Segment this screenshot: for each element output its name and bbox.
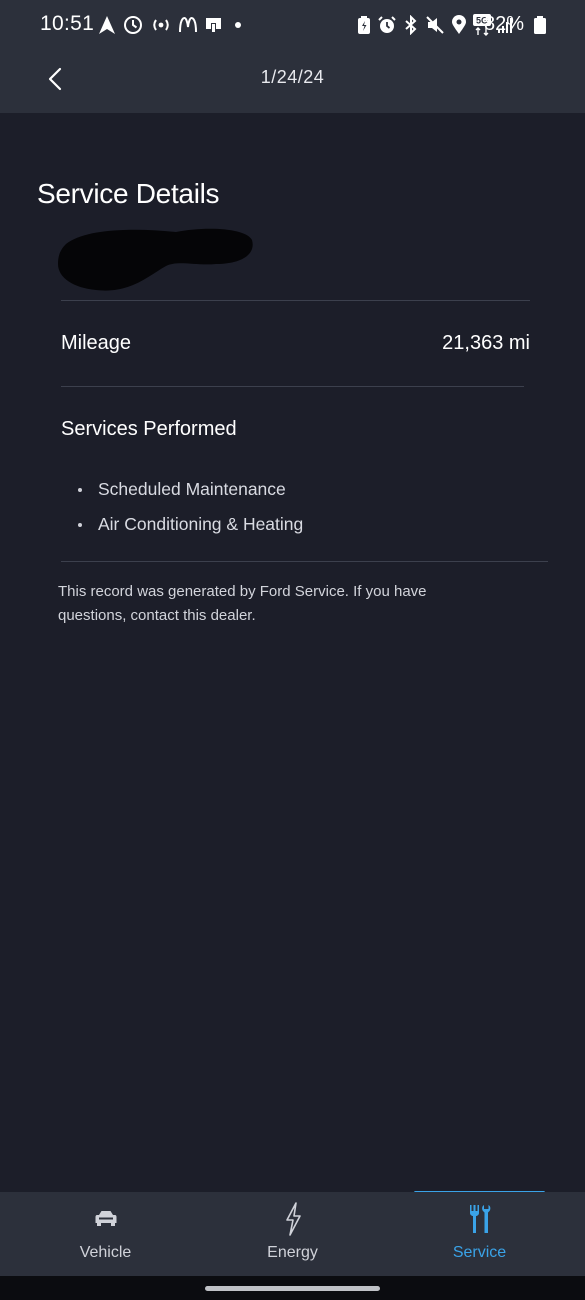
service-item-label: Scheduled Maintenance — [98, 479, 286, 499]
nav-bar: 1/24/24 — [0, 50, 585, 113]
mcdonalds-icon — [179, 16, 197, 33]
mute-icon — [425, 15, 445, 35]
battery-percentage: 82% — [484, 13, 525, 35]
status-bar: 10:51 5G 82% — [0, 0, 585, 50]
home-indicator[interactable] — [205, 1286, 380, 1291]
divider-services — [61, 561, 548, 562]
broadcast-icon — [150, 16, 172, 34]
page-title: Service Details — [37, 178, 220, 209]
mileage-value: 21,363 mi — [442, 332, 530, 354]
battery-icon — [534, 16, 546, 34]
tools-icon — [382, 1202, 577, 1236]
bottom-tab-bar: Vehicle Energy Service — [0, 1192, 585, 1276]
tab-vehicle[interactable]: Vehicle — [8, 1192, 203, 1276]
nav-title: 1/24/24 — [260, 67, 325, 87]
top-area: 10:51 5G 82% 1/24/24 — [0, 0, 585, 113]
bluetooth-icon — [403, 14, 419, 36]
alarm-icon — [377, 15, 397, 35]
status-time: 10:51 — [40, 12, 95, 35]
navigation-icon — [98, 15, 116, 35]
battery-saver-icon — [357, 15, 371, 35]
services-list: Scheduled Maintenance Air Conditioning &… — [78, 472, 303, 542]
car-icon — [8, 1202, 203, 1236]
clock-icon — [123, 15, 143, 35]
tab-energy[interactable]: Energy — [195, 1192, 390, 1276]
service-item: Scheduled Maintenance — [78, 472, 303, 507]
location-icon — [451, 15, 467, 35]
tab-label: Energy — [267, 1244, 318, 1261]
service-item: Air Conditioning & Heating — [78, 507, 303, 542]
mileage-label: Mileage — [61, 332, 132, 354]
bullet-icon — [78, 522, 82, 527]
gesture-bar — [0, 1276, 585, 1300]
store-icon — [204, 15, 224, 35]
redacted-vehicle-name — [56, 222, 256, 301]
dot-icon — [231, 21, 245, 29]
bullet-icon — [78, 487, 82, 492]
lightning-icon — [195, 1202, 390, 1236]
tab-label: Service — [452, 1244, 507, 1261]
services-heading: Services Performed — [61, 418, 237, 440]
divider-top — [61, 300, 530, 301]
divider-mileage — [61, 386, 524, 387]
disclaimer-text: This record was generated by Ford Servic… — [58, 583, 427, 624]
service-item-label: Air Conditioning & Heating — [98, 514, 304, 534]
tab-service[interactable]: Service — [382, 1192, 577, 1276]
status-left-icons — [98, 13, 245, 37]
tab-label: Vehicle — [79, 1244, 132, 1261]
